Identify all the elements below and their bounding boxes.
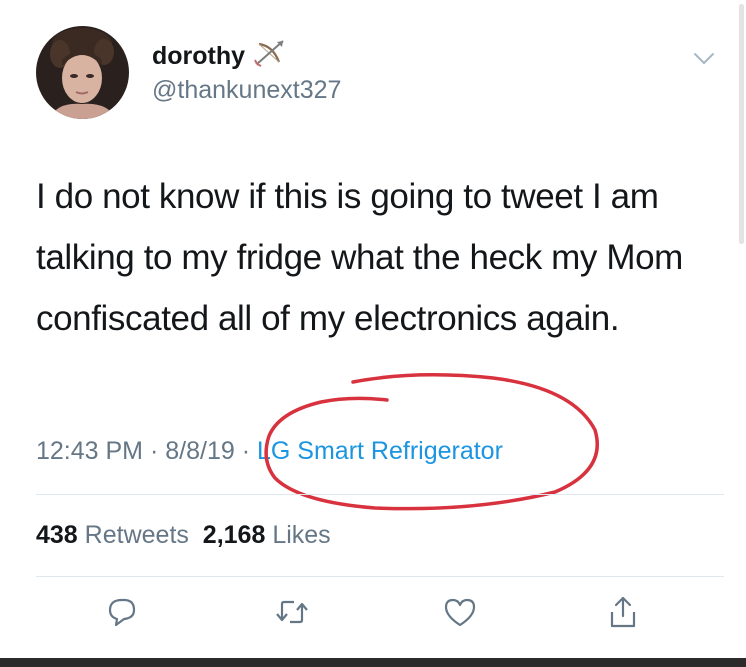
likes-label: Likes — [272, 521, 331, 549]
avatar[interactable] — [36, 26, 129, 119]
meta-separator: · — [149, 437, 159, 465]
tweet-date[interactable]: 8/8/19 — [165, 437, 235, 465]
display-name-text: dorothy — [152, 42, 246, 70]
retweets-label: Retweets — [84, 521, 189, 549]
divider — [36, 576, 724, 577]
scrollbar[interactable] — [739, 4, 744, 244]
display-name[interactable]: dorothy — [152, 38, 289, 75]
retweets-count: 438 — [36, 521, 78, 549]
tweet-stats: 438 Retweets 2,168 Likes — [36, 521, 331, 550]
tweet-text: I do not know if this is going to tweet … — [36, 177, 683, 338]
likes-count: 2,168 — [202, 521, 266, 549]
bottom-edge — [0, 658, 746, 667]
retweets-stat[interactable]: 438 Retweets — [36, 521, 189, 549]
reply-icon[interactable] — [102, 594, 142, 630]
annotation-circle — [264, 373, 599, 511]
bow-and-arrow-icon — [253, 38, 289, 75]
divider — [36, 494, 724, 495]
chevron-down-icon[interactable] — [692, 48, 716, 68]
share-icon[interactable] — [603, 594, 643, 630]
likes-stat[interactable]: 2,168 Likes — [203, 521, 331, 549]
tweet-time[interactable]: 12:43 PM — [36, 437, 143, 465]
user-handle[interactable]: @thankunext327 — [152, 76, 341, 105]
retweet-icon[interactable] — [272, 594, 312, 630]
meta-separator: · — [241, 437, 251, 465]
heart-icon[interactable] — [440, 594, 480, 630]
